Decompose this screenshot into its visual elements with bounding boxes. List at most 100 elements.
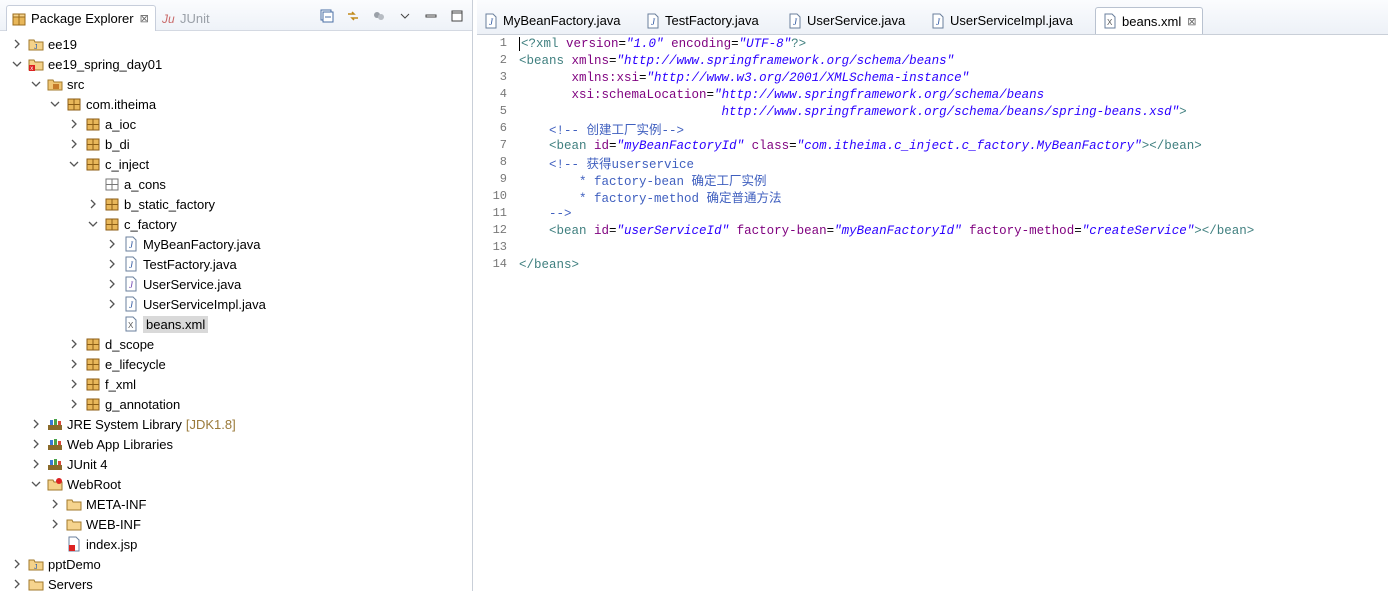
code-line[interactable]: xmlns:xsi="http://www.w3.org/2001/XMLSch… xyxy=(519,70,970,87)
tree-item[interactable]: Jee19 xyxy=(10,34,77,54)
code-line[interactable]: --> xyxy=(519,206,572,223)
code-token: "http://www.springframework.org/schema/b… xyxy=(714,88,1045,102)
editor-tab-bar: J MyBeanFactory.java J TestFactory.java J Use… xyxy=(477,0,1388,35)
collapse-all-icon[interactable] xyxy=(320,9,334,23)
tree-item[interactable]: c_factory xyxy=(86,214,177,234)
tree-item[interactable]: JRE System Library [JDK1.8] xyxy=(29,414,236,434)
tree-item[interactable]: JpptDemo xyxy=(10,554,101,574)
tree-item[interactable]: J TestFactory.java xyxy=(105,254,237,274)
tree-item[interactable]: f_xml xyxy=(67,374,136,394)
tree-item[interactable]: WEB-INF xyxy=(48,514,141,534)
editor-tab[interactable]: Xbeans.xml ⊠ xyxy=(1095,7,1204,34)
close-icon[interactable]: ⊠ xyxy=(140,12,149,25)
package-explorer-icon xyxy=(12,13,26,25)
xml-editor[interactable]: 1 2 3 4 5 6 7 8 9 10 11 12 13 14 <?xml version="1.0" … xyxy=(477,35,1388,591)
line-number: 11 xyxy=(492,206,507,220)
tree-item[interactable]: JUnit 4 xyxy=(29,454,107,474)
view-menu-icon[interactable] xyxy=(398,9,412,23)
chevron-down-icon[interactable] xyxy=(29,477,43,491)
tree-item[interactable]: src xyxy=(29,74,84,94)
code-token: <?xml xyxy=(521,37,567,51)
chevron-down-icon[interactable] xyxy=(86,217,100,231)
code-token: = xyxy=(1074,224,1082,238)
chevron-right-icon[interactable] xyxy=(105,237,119,251)
tree-item-label: c_factory xyxy=(124,216,177,232)
tab-junit[interactable]: Ju JUnit xyxy=(160,6,210,30)
tree-item[interactable]: a_ioc xyxy=(67,114,136,134)
chevron-right-icon[interactable] xyxy=(10,577,24,591)
package-icon xyxy=(85,376,101,392)
tree-item[interactable]: J MyBeanFactory.java xyxy=(105,234,261,254)
tree-item[interactable]: index.jsp xyxy=(48,534,137,554)
code-line[interactable]: http://www.springframework.org/schema/be… xyxy=(519,104,1187,121)
chevron-right-icon[interactable] xyxy=(29,457,43,471)
code-line[interactable]: <bean id="userServiceId" factory-bean="m… xyxy=(519,223,1254,240)
tree-item-label: a_ioc xyxy=(105,116,137,132)
tree-item[interactable]: J UserServiceImpl.java xyxy=(105,294,266,314)
editor-tab-label: beans.xml xyxy=(1122,13,1182,29)
tree-item[interactable]: Servers xyxy=(10,574,93,591)
tree-item-label: ee19_spring_day01 xyxy=(48,56,163,72)
java-file-icon: J xyxy=(123,236,139,252)
code-line[interactable]: <?xml version="1.0" encoding="UTF-8"?> xyxy=(519,36,806,53)
line-number: 14 xyxy=(492,257,507,271)
chevron-right-icon[interactable] xyxy=(67,117,81,131)
chevron-right-icon[interactable] xyxy=(67,337,81,351)
filters-icon[interactable] xyxy=(372,9,386,23)
minimize-icon[interactable] xyxy=(424,9,438,23)
chevron-right-icon[interactable] xyxy=(105,297,119,311)
chevron-down-icon[interactable] xyxy=(67,157,81,171)
chevron-right-icon[interactable] xyxy=(105,257,119,271)
tree-item[interactable]: e_lifecycle xyxy=(67,354,166,374)
chevron-right-icon[interactable] xyxy=(67,377,81,391)
chevron-right-icon[interactable] xyxy=(10,557,24,571)
tree-item-decoration: [JDK1.8] xyxy=(185,416,236,432)
close-icon[interactable]: ⊠ xyxy=(1187,15,1196,28)
chevron-right-icon[interactable] xyxy=(67,397,81,411)
code-token: "1.0" xyxy=(626,37,664,51)
maximize-icon[interactable] xyxy=(450,9,464,23)
tree-item[interactable]: META-INF xyxy=(48,494,146,514)
editor-tab[interactable]: J MyBeanFactory.java xyxy=(477,8,627,33)
chevron-right-icon[interactable] xyxy=(67,137,81,151)
tab-package-explorer[interactable]: Package Explorer ⊠ xyxy=(6,5,156,31)
tree-item[interactable]: com.itheima xyxy=(48,94,156,114)
code-line[interactable]: </beans> xyxy=(519,257,579,274)
chevron-right-icon[interactable] xyxy=(29,437,43,451)
tree-item[interactable]: d_scope xyxy=(67,334,154,354)
code-token: version xyxy=(566,37,619,51)
tree-item[interactable]: b_static_factory xyxy=(86,194,215,214)
line-number: 10 xyxy=(492,189,507,203)
chevron-down-icon[interactable] xyxy=(29,77,43,91)
editor-tab[interactable]: J UserService.java xyxy=(781,8,911,33)
chevron-right-icon[interactable] xyxy=(48,497,62,511)
code-token: "com.itheima.c_inject.c_factory.MyBeanFa… xyxy=(796,139,1142,153)
tree-item[interactable]: Web App Libraries xyxy=(29,434,173,454)
chevron-right-icon[interactable] xyxy=(67,357,81,371)
code-line[interactable]: <beans xmlns="http://www.springframework… xyxy=(519,53,954,70)
chevron-right-icon[interactable] xyxy=(105,277,119,291)
tree-item[interactable]: x ee19_spring_day01 xyxy=(10,54,162,74)
chevron-down-icon[interactable] xyxy=(48,97,62,111)
editor-tab[interactable]: J UserServiceImpl.java xyxy=(924,8,1079,33)
chevron-right-icon[interactable] xyxy=(48,517,62,531)
code-token: --> xyxy=(519,207,572,221)
code-line[interactable]: <bean id="myBeanFactoryId" class="com.it… xyxy=(519,138,1202,155)
chevron-right-icon[interactable] xyxy=(10,37,24,51)
code-token: 确定普通方法 xyxy=(706,190,782,205)
tree-item[interactable]: WebRoot xyxy=(29,474,121,494)
explorer-tab-bar: Package Explorer ⊠ Ju JUnit xyxy=(0,0,472,31)
code-line[interactable]: xsi:schemaLocation="http://www.springfra… xyxy=(519,87,1045,104)
tree-item[interactable]: Xbeans.xml xyxy=(105,314,209,334)
tree-item[interactable]: J UserService.java xyxy=(105,274,241,294)
link-with-editor-icon[interactable] xyxy=(346,9,360,23)
editor-tab[interactable]: J TestFactory.java xyxy=(639,8,765,33)
chevron-down-icon[interactable] xyxy=(10,57,24,71)
tree-item[interactable]: g_annotation xyxy=(67,394,180,414)
tree-item[interactable]: a_cons xyxy=(86,174,166,194)
chevron-right-icon[interactable] xyxy=(86,197,100,211)
tree-item[interactable]: c_inject xyxy=(67,154,149,174)
tree-item[interactable]: b_di xyxy=(67,134,130,154)
chevron-right-icon[interactable] xyxy=(29,417,43,431)
